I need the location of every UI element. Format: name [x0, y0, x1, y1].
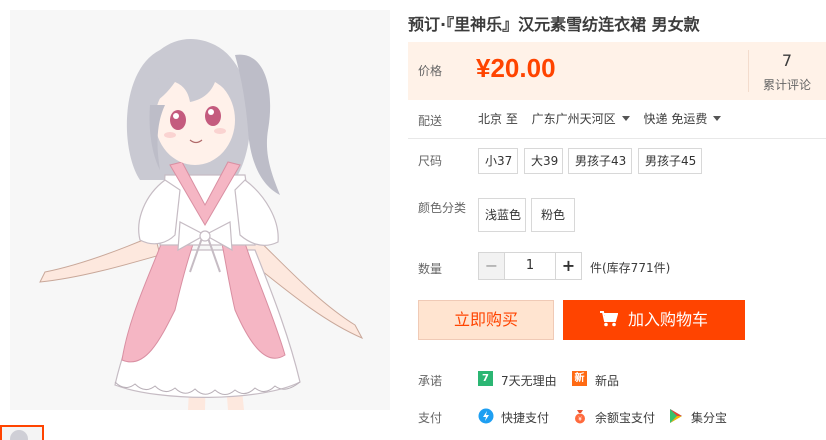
price-label: 价格: [418, 64, 443, 78]
size-label: 尺码: [418, 154, 443, 168]
shipping-method[interactable]: 快递 免运费: [644, 112, 722, 126]
product-illustration: [39, 38, 364, 410]
add-to-cart-label: 加入购物车: [627, 310, 708, 329]
shipping-info: 北京 至 广东广州天河区 快递 免运费: [478, 110, 722, 127]
payment-item[interactable]: 集分宝: [691, 409, 727, 426]
product-thumbnail[interactable]: [0, 425, 44, 440]
quantity-input[interactable]: 1: [505, 253, 555, 279]
size-option[interactable]: 男孩子45: [638, 148, 702, 174]
yuebao-icon: ¥: [575, 410, 585, 424]
buy-now-button[interactable]: 立即购买: [418, 300, 554, 340]
price-value: ¥20.00: [476, 53, 556, 83]
payment-item[interactable]: 快捷支付: [501, 409, 549, 426]
promise-item[interactable]: 7天无理由: [501, 372, 557, 389]
shipping-from: 北京 至: [478, 112, 518, 126]
add-to-cart-button[interactable]: 加入购物车: [563, 300, 745, 340]
product-title: 预订·『里神乐』汉元素雪纺连衣裙 男女款: [408, 15, 700, 34]
size-option[interactable]: 小37: [478, 148, 518, 174]
color-label: 颜色分类: [418, 201, 467, 215]
new-product-icon: 新: [572, 371, 587, 386]
product-main-image[interactable]: [10, 10, 390, 410]
payment-item[interactable]: 余额宝支付: [595, 409, 655, 426]
decrease-button[interactable]: −: [479, 253, 505, 279]
shipping-destination[interactable]: 广东广州天河区: [532, 112, 630, 126]
color-option[interactable]: 粉色: [531, 198, 575, 232]
chevron-down-icon: [713, 116, 722, 121]
increase-button[interactable]: +: [555, 253, 581, 279]
price-box: 价格 ¥20.00 7 累计评论: [408, 42, 826, 100]
product-info-panel: 预订·『里神乐』汉元素雪纺连衣裙 男女款 价格 ¥20.00 7 累计评论 配送…: [408, 0, 826, 440]
size-option[interactable]: 大39: [524, 148, 563, 174]
review-label[interactable]: 累计评论: [748, 76, 826, 93]
quantity-stepper: − 1 +: [478, 252, 582, 280]
quantity-label: 数量: [418, 262, 443, 276]
chevron-down-icon: [621, 116, 630, 121]
divider: [408, 138, 826, 139]
promise-item[interactable]: 新品: [595, 372, 619, 389]
promise-label: 承诺: [418, 374, 443, 388]
color-option[interactable]: 浅蓝色: [478, 198, 526, 232]
cart-icon: [599, 311, 619, 327]
payment-label: 支付: [418, 411, 443, 425]
jifenbao-icon: [670, 409, 682, 423]
shipping-label: 配送: [418, 114, 443, 128]
size-option[interactable]: 男孩子43: [568, 148, 632, 174]
quick-pay-icon: [478, 408, 494, 424]
seven-day-return-icon: 7: [478, 371, 493, 386]
stock-info: 件(库存771件): [590, 261, 671, 275]
review-count[interactable]: 7: [748, 51, 826, 70]
